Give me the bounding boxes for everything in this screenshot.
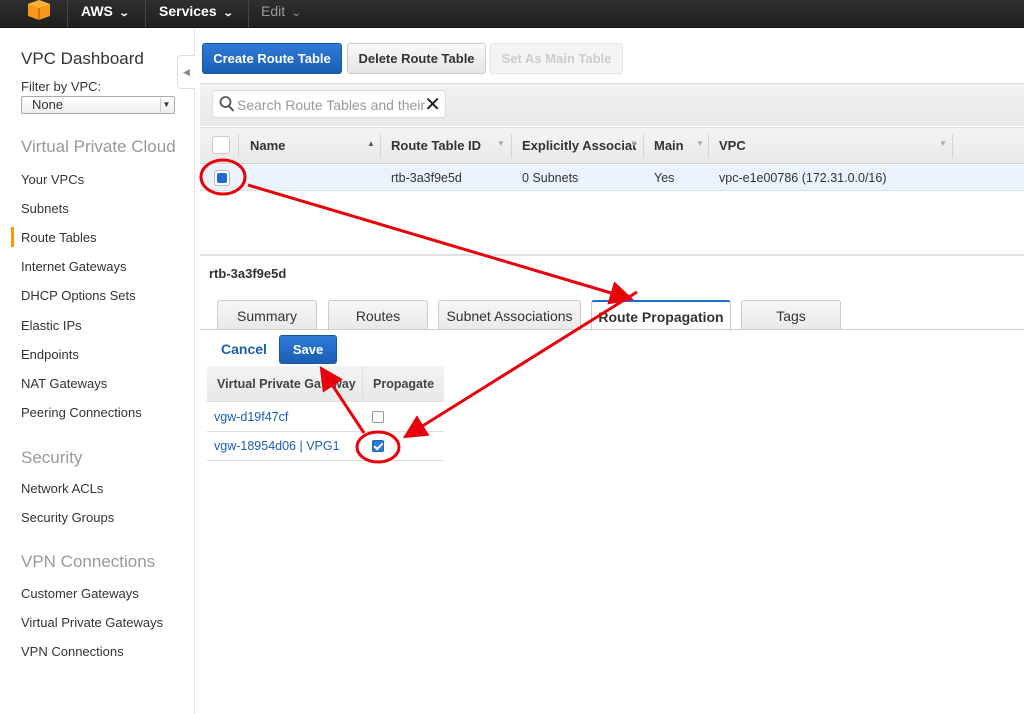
tab-routes[interactable]: Routes (328, 300, 428, 330)
sidebar-item-dhcp-options-sets[interactable]: DHCP Options Sets (21, 288, 136, 303)
row-select-checkbox[interactable] (214, 170, 230, 186)
edit-menu[interactable]: Edit ⌄ (261, 3, 302, 19)
sidebar-title[interactable]: VPC Dashboard (21, 49, 144, 69)
sidebar-item-peering-connections[interactable]: Peering Connections (21, 405, 142, 420)
sidebar-item-network-acls[interactable]: Network ACLs (21, 481, 103, 496)
sidebar-item-vpn-connections[interactable]: VPN Connections (21, 644, 124, 659)
column-header-explicitly-associated[interactable]: Explicitly Associat (522, 138, 636, 153)
chevron-down-icon: ⌄ (222, 8, 234, 19)
sidebar-item-internet-gateways[interactable]: Internet Gateways (21, 259, 127, 274)
propagate-checkbox-checked[interactable] (372, 440, 384, 452)
filter-by-vpc-value: None (32, 97, 64, 112)
gateway-link[interactable]: vgw-18954d06 | VPG1 (214, 439, 340, 453)
sidebar-item-security-groups[interactable]: Security Groups (21, 510, 114, 525)
sidebar-item-your-vpcs[interactable]: Your VPCs (21, 172, 84, 187)
column-divider (362, 366, 363, 402)
propagation-row: vgw-18954d06 | VPG1 (207, 432, 444, 461)
column-divider (952, 134, 953, 158)
chevron-down-icon: ⌄ (290, 8, 302, 19)
propagation-row: vgw-d19f47cf (207, 403, 444, 432)
sidebar-item-route-tables[interactable]: Route Tables (11, 227, 97, 247)
cell-vpc: vpc-e1e00786 (172.31.0.0/16) (719, 171, 887, 185)
create-route-table-button[interactable]: Create Route Table (202, 43, 342, 74)
sidebar-section-security: Security (21, 448, 83, 467)
resize-divider[interactable] (200, 254, 1024, 256)
propagation-table-header: Virtual Private Gateway Propagate (207, 366, 444, 402)
cancel-button[interactable]: Cancel (221, 341, 267, 357)
sidebar-section-vpn: VPN Connections (21, 552, 156, 571)
services-menu[interactable]: Services ⌄ (159, 3, 234, 19)
tab-tags[interactable]: Tags (741, 300, 841, 330)
column-header-name[interactable]: Name (250, 138, 285, 153)
tab-route-propagation[interactable]: Route Propagation (591, 300, 731, 331)
tab-summary[interactable]: Summary (217, 300, 317, 330)
sort-icon[interactable]: ▼ (939, 139, 947, 148)
select-all-checkbox[interactable] (212, 136, 230, 154)
topbar-divider (248, 0, 249, 28)
column-divider (380, 134, 381, 158)
aws-menu[interactable]: AWS ⌄ (81, 3, 130, 19)
annotation-arrow-to-route-propagation (247, 183, 634, 305)
search-field[interactable]: ✕ (212, 90, 446, 118)
dropdown-arrow-icon: ▼ (160, 98, 172, 112)
column-header-route-table-id[interactable]: Route Table ID (391, 138, 481, 153)
filter-by-vpc-label: Filter by VPC: (21, 79, 102, 94)
column-header-propagate: Propagate (373, 377, 435, 391)
chevron-down-icon: ⌄ (118, 8, 130, 19)
column-header-virtual-private-gateway: Virtual Private Gateway (217, 377, 356, 391)
search-bar: ✕ (200, 83, 1024, 126)
delete-route-table-button[interactable]: Delete Route Table (347, 43, 486, 74)
topbar-divider (145, 0, 146, 28)
cell-route-table-id: rtb-3a3f9e5d (391, 171, 462, 185)
tab-subnet-associations[interactable]: Subnet Associations (438, 300, 581, 330)
sort-icon[interactable]: ▼ (497, 139, 505, 148)
sidebar-item-nat-gateways[interactable]: NAT Gateways (21, 376, 107, 391)
search-input[interactable] (237, 95, 425, 115)
propagate-checkbox[interactable] (372, 411, 384, 423)
set-as-main-table-button[interactable]: Set As Main Table (490, 43, 623, 74)
column-divider (511, 134, 512, 158)
detail-title: rtb-3a3f9e5d (209, 266, 287, 281)
sidebar-item-elastic-ips[interactable]: Elastic IPs (21, 318, 82, 333)
filter-by-vpc-select[interactable]: None ▼ (21, 96, 175, 114)
cell-explicitly-associated: 0 Subnets (522, 171, 579, 185)
aws-menu-label: AWS (81, 3, 113, 19)
tab-baseline (200, 329, 1024, 330)
chevron-left-icon: ◀ (183, 67, 190, 77)
aws-cube-icon[interactable] (28, 0, 50, 20)
sort-icon[interactable]: ▼ (696, 139, 704, 148)
topbar-divider (67, 0, 68, 28)
column-divider (238, 134, 239, 158)
sort-icon[interactable]: ▼ (630, 139, 638, 148)
collapse-sidebar-button[interactable]: ◀ (177, 55, 195, 89)
top-navigation-bar: AWS ⌄ Services ⌄ Edit ⌄ (0, 0, 1024, 28)
sidebar-item-endpoints[interactable]: Endpoints (21, 347, 79, 362)
column-header-main[interactable]: Main (654, 138, 684, 153)
column-divider (708, 134, 709, 158)
gateway-link[interactable]: vgw-d19f47cf (214, 410, 288, 424)
save-button[interactable]: Save (279, 335, 337, 364)
services-menu-label: Services (159, 3, 217, 19)
route-tables-table-header: Name ▲ Route Table ID ▼ Explicitly Assoc… (200, 127, 1024, 164)
column-divider (643, 134, 644, 158)
edit-menu-label: Edit (261, 3, 286, 19)
column-header-vpc[interactable]: VPC (719, 138, 746, 153)
sort-ascending-icon[interactable]: ▲ (367, 139, 375, 148)
table-row[interactable]: rtb-3a3f9e5d 0 Subnets Yes vpc-e1e00786 … (200, 165, 1024, 191)
sidebar-item-customer-gateways[interactable]: Customer Gateways (21, 586, 139, 601)
cell-main: Yes (654, 171, 675, 185)
search-icon (219, 95, 235, 118)
sidebar-item-virtual-private-gateways[interactable]: Virtual Private Gateways (21, 615, 163, 630)
clear-search-icon[interactable]: ✕ (424, 92, 441, 117)
sidebar-section-vpc: Virtual Private Cloud (21, 137, 176, 156)
sidebar-item-subnets[interactable]: Subnets (21, 201, 69, 216)
sidebar: VPC Dashboard Filter by VPC: None ▼ Virt… (0, 29, 195, 714)
